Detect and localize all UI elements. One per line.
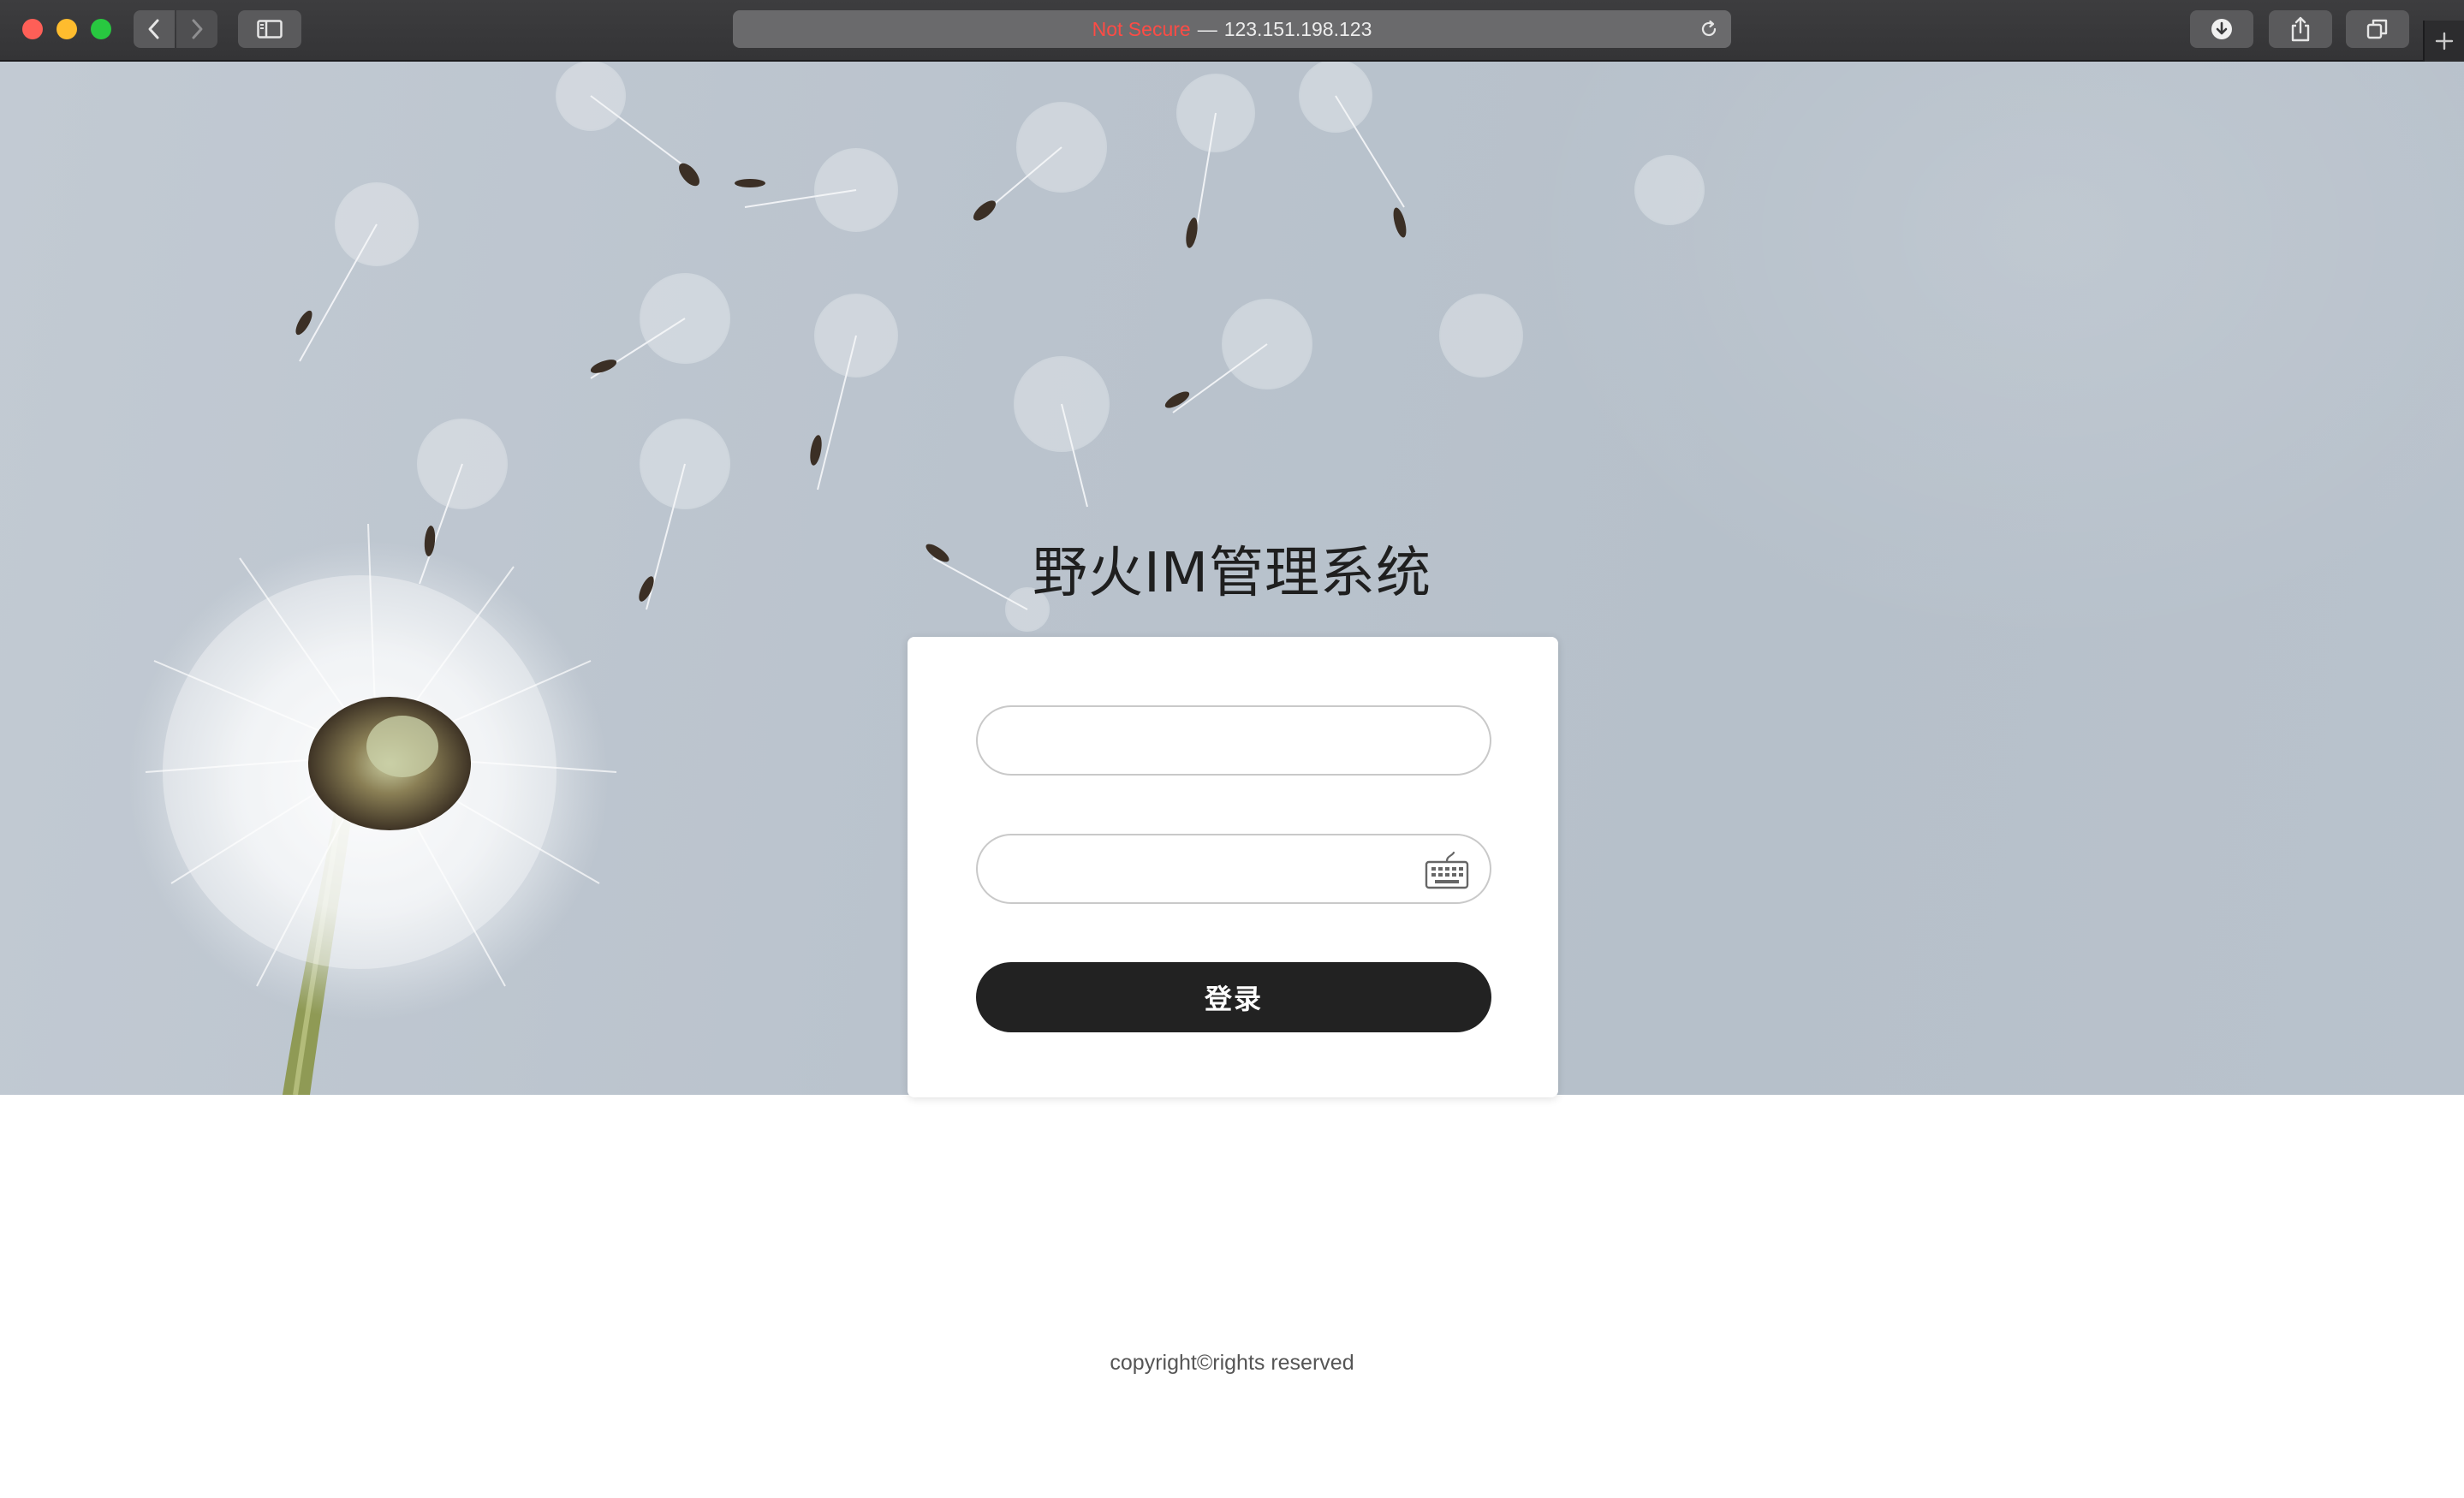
password-input[interactable] bbox=[978, 835, 1490, 902]
share-icon bbox=[2291, 16, 2310, 42]
close-window-button[interactable] bbox=[22, 19, 43, 39]
sidebar-icon bbox=[257, 20, 283, 39]
new-tab-button[interactable] bbox=[2423, 21, 2464, 62]
chevron-right-icon bbox=[192, 19, 203, 39]
username-input[interactable] bbox=[978, 707, 1490, 774]
share-button[interactable] bbox=[2269, 10, 2332, 48]
address-bar[interactable]: Not Secure — 123.151.198.123 bbox=[733, 10, 1731, 48]
plus-icon bbox=[2435, 32, 2454, 51]
tabs-icon bbox=[2366, 19, 2388, 39]
login-form-card: 登录 bbox=[908, 637, 1558, 1097]
forward-button[interactable] bbox=[176, 10, 217, 48]
minimize-window-button[interactable] bbox=[57, 19, 77, 39]
sidebar-toggle-button[interactable] bbox=[238, 10, 301, 48]
browser-toolbar: Not Secure — 123.151.198.123 bbox=[0, 0, 2464, 62]
back-button[interactable] bbox=[134, 10, 175, 48]
address-separator: — bbox=[1197, 17, 1217, 40]
download-icon bbox=[2211, 19, 2232, 39]
tab-overview-button[interactable] bbox=[2346, 10, 2409, 48]
footer-copyright: copyright©rights reserved bbox=[1110, 1351, 1354, 1375]
password-field[interactable] bbox=[976, 834, 1491, 904]
security-warning: Not Secure bbox=[1092, 17, 1191, 40]
downloads-button[interactable] bbox=[2190, 10, 2253, 48]
zoom-window-button[interactable] bbox=[91, 19, 111, 39]
address-host: 123.151.198.123 bbox=[1223, 17, 1372, 40]
username-field[interactable] bbox=[976, 705, 1491, 776]
login-page: 野火IM管理系统 登录 copyright©rights reserved bbox=[0, 62, 2464, 1498]
keyboard-icon[interactable] bbox=[1423, 846, 1471, 894]
login-button[interactable]: 登录 bbox=[976, 962, 1491, 1032]
chevron-left-icon bbox=[148, 19, 159, 39]
reload-icon[interactable] bbox=[1699, 19, 1719, 39]
page-title: 野火IM管理系统 bbox=[1032, 542, 1432, 605]
